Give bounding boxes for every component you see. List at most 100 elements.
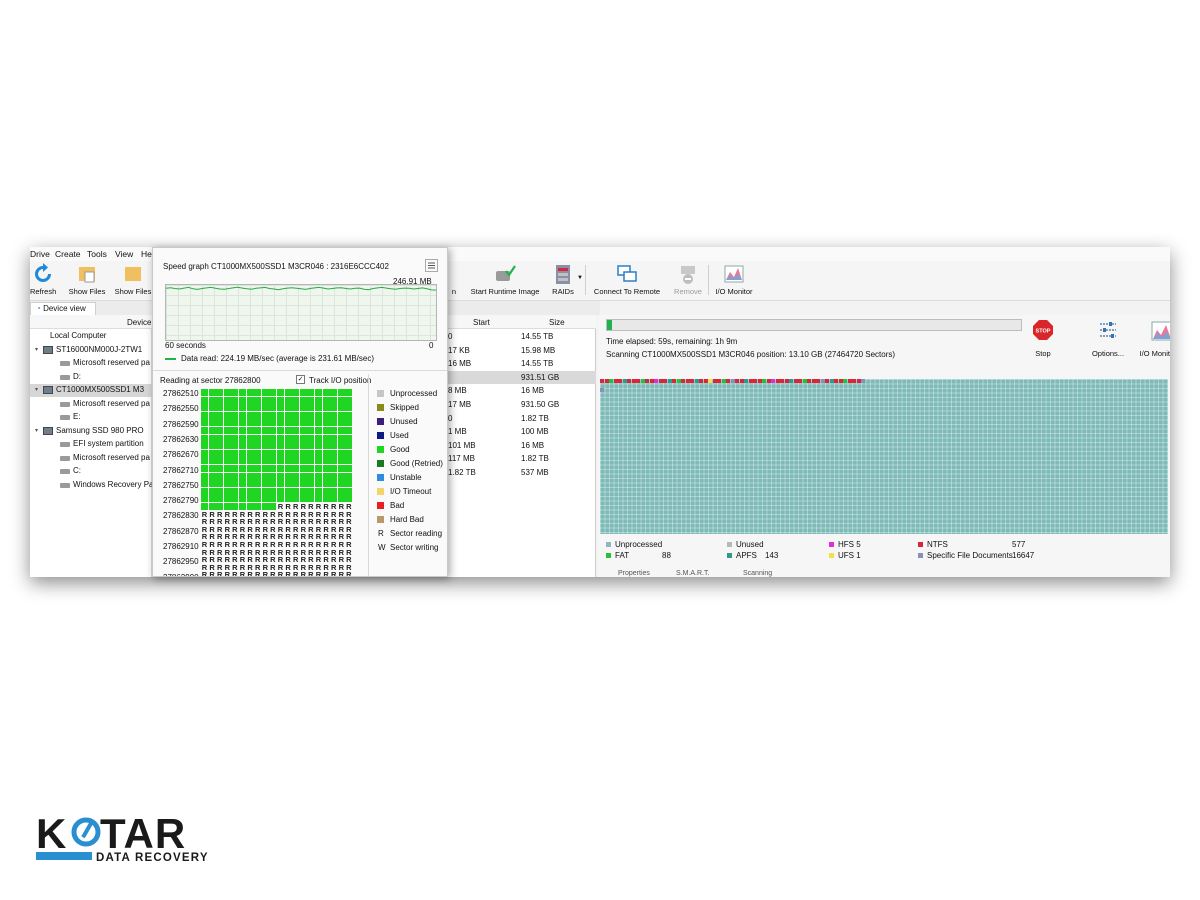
partition-start: 17 MB <box>448 400 472 409</box>
partition-list: Start Size 0 14.55 TB 17 KB 15.98 MB 16 MB 14… <box>448 315 596 577</box>
found-block <box>663 379 667 383</box>
expand-toggle-icon[interactable]: ▾ <box>35 386 41 393</box>
sector-reading-cell: R <box>308 540 314 549</box>
partition-start: 117 MB <box>448 454 475 464</box>
partition-size: 1.82 TB <box>521 454 549 464</box>
sector-good-cell <box>208 419 216 427</box>
sector-good-cell <box>322 442 330 450</box>
io-monitor-scan-button[interactable]: I/O Monitor... <box>1136 320 1170 358</box>
found-block <box>658 379 663 383</box>
sector-good-cell <box>223 457 231 465</box>
sector-good-cell <box>330 434 338 442</box>
sector-good-cell <box>345 404 353 412</box>
sector-reading-cell: R <box>277 540 284 549</box>
sector-reading-cell: R <box>247 540 253 549</box>
size-column-header[interactable]: Size <box>549 318 565 327</box>
sector-good-cell <box>322 465 330 472</box>
raids-dropdown-icon[interactable]: ▼ <box>577 275 583 281</box>
sector-good-cell <box>315 449 322 457</box>
tree-item[interactable]: ▾ CT1000MX500SSD1 M3 <box>30 384 152 397</box>
tab-scanning[interactable]: Scanning <box>743 570 772 577</box>
partition-icon <box>60 401 70 407</box>
device-column-header[interactable]: Device <box>30 315 152 329</box>
partition-row[interactable]: 8 MB 16 MB <box>448 384 596 398</box>
sector-good-cell <box>254 434 262 442</box>
sector-good-cell <box>337 411 345 419</box>
menu-help[interactable]: He <box>141 249 152 259</box>
refresh-button[interactable]: Refresh <box>30 261 56 299</box>
sector-good-cell <box>330 457 338 465</box>
sector-good-cell <box>299 396 307 404</box>
tree-item-label: Microsoft reserved pa <box>73 452 150 462</box>
partition-row[interactable]: 1.82 TB 537 MB <box>448 466 596 480</box>
menu-create[interactable]: Create <box>55 249 81 259</box>
show-files-button[interactable]: Show Files <box>67 261 107 299</box>
graph-settings-icon[interactable] <box>425 259 438 272</box>
sector-reading-cell: R <box>315 540 322 549</box>
connect-to-remote-button[interactable]: Connect To Remote <box>590 261 664 299</box>
menu-view[interactable]: View <box>115 249 133 259</box>
sector-good-cell <box>269 487 277 495</box>
partition-row[interactable]: 17 MB 931.50 GB <box>448 398 596 412</box>
sector-good-cell <box>292 449 300 457</box>
options-button[interactable]: Options... <box>1088 320 1128 358</box>
raids-button[interactable]: RAIDs <box>548 261 578 299</box>
legend-swatch <box>606 542 611 547</box>
partition-row[interactable]: 101 MB 16 MB <box>448 439 596 453</box>
found-block <box>775 379 780 383</box>
sector-good-cell <box>239 396 246 404</box>
sector-good-cell <box>254 495 262 503</box>
legend-label: Used <box>390 431 409 440</box>
start-column-header[interactable]: Start <box>473 318 490 327</box>
partition-row[interactable]: 0 1.82 TB <box>448 412 596 426</box>
partition-row[interactable]: 1 MB 100 MB <box>448 425 596 439</box>
tab-device-view[interactable]: ◔ Device view <box>30 302 96 315</box>
show-files-button-2[interactable]: Show Files <box>113 261 153 299</box>
partition-row[interactable]: 17 KB 15.98 MB <box>448 344 596 358</box>
sector-good-cell <box>345 472 353 480</box>
sector-reading-cell: R <box>300 540 306 549</box>
partition-row[interactable]: 931.51 GB <box>448 370 596 385</box>
io-monitor-button[interactable]: I/O Monitor <box>712 261 756 299</box>
partition-icon <box>60 374 70 380</box>
sector-good-cell <box>277 472 284 480</box>
sector-reading-cell: R <box>209 570 215 577</box>
logo-accent-bar <box>36 852 92 860</box>
partition-row[interactable]: 0 14.55 TB <box>448 330 596 344</box>
track-io-checkbox[interactable]: ✓ <box>296 375 305 384</box>
sector-good-cell <box>231 465 239 472</box>
sector-good-cell <box>330 465 338 472</box>
stop-button[interactable]: STOP Stop <box>1026 320 1060 358</box>
sector-good-cell <box>223 396 231 404</box>
io-monitor-chart-icon <box>1151 321 1170 341</box>
sector-reading-cell: R <box>308 570 314 577</box>
menu-tools[interactable]: Tools <box>87 249 107 259</box>
sector-reading-cell: R <box>315 570 322 577</box>
remove-button[interactable]: Remove <box>671 261 705 299</box>
sector-good-cell <box>345 427 353 434</box>
expand-toggle-icon[interactable]: ▾ <box>35 346 41 353</box>
expand-toggle-icon[interactable]: ▾ <box>35 427 41 434</box>
graph-time-span: 60 seconds <box>165 341 206 350</box>
sector-reading-cell: R <box>262 540 268 549</box>
sector-good-cell <box>246 427 254 434</box>
sector-good-cell <box>261 389 269 396</box>
sector-good-cell <box>216 419 224 427</box>
sector-good-cell <box>277 389 284 396</box>
partition-row[interactable]: 16 MB 14.55 TB <box>448 357 596 371</box>
legend-label: Unstable <box>390 473 422 482</box>
menu-drive[interactable]: Drive <box>30 249 50 259</box>
sector-reading-cell: R <box>346 540 352 549</box>
tab-smart[interactable]: S.M.A.R.T. <box>676 570 709 577</box>
tab-properties[interactable]: Properties <box>618 570 650 577</box>
legend-swatch <box>377 418 384 425</box>
sector-good-cell <box>269 404 277 412</box>
start-runtime-image-button[interactable]: Start Runtime Image <box>466 261 544 299</box>
sector-reading-cell: R <box>277 570 284 577</box>
partition-row[interactable]: 117 MB 1.82 TB <box>448 452 596 466</box>
sector-good-cell <box>208 396 216 404</box>
sector-good-cell <box>330 487 338 495</box>
sector-good-cell <box>239 480 246 488</box>
partial-button[interactable]: n <box>447 261 461 299</box>
sector-good-cell <box>345 442 353 450</box>
